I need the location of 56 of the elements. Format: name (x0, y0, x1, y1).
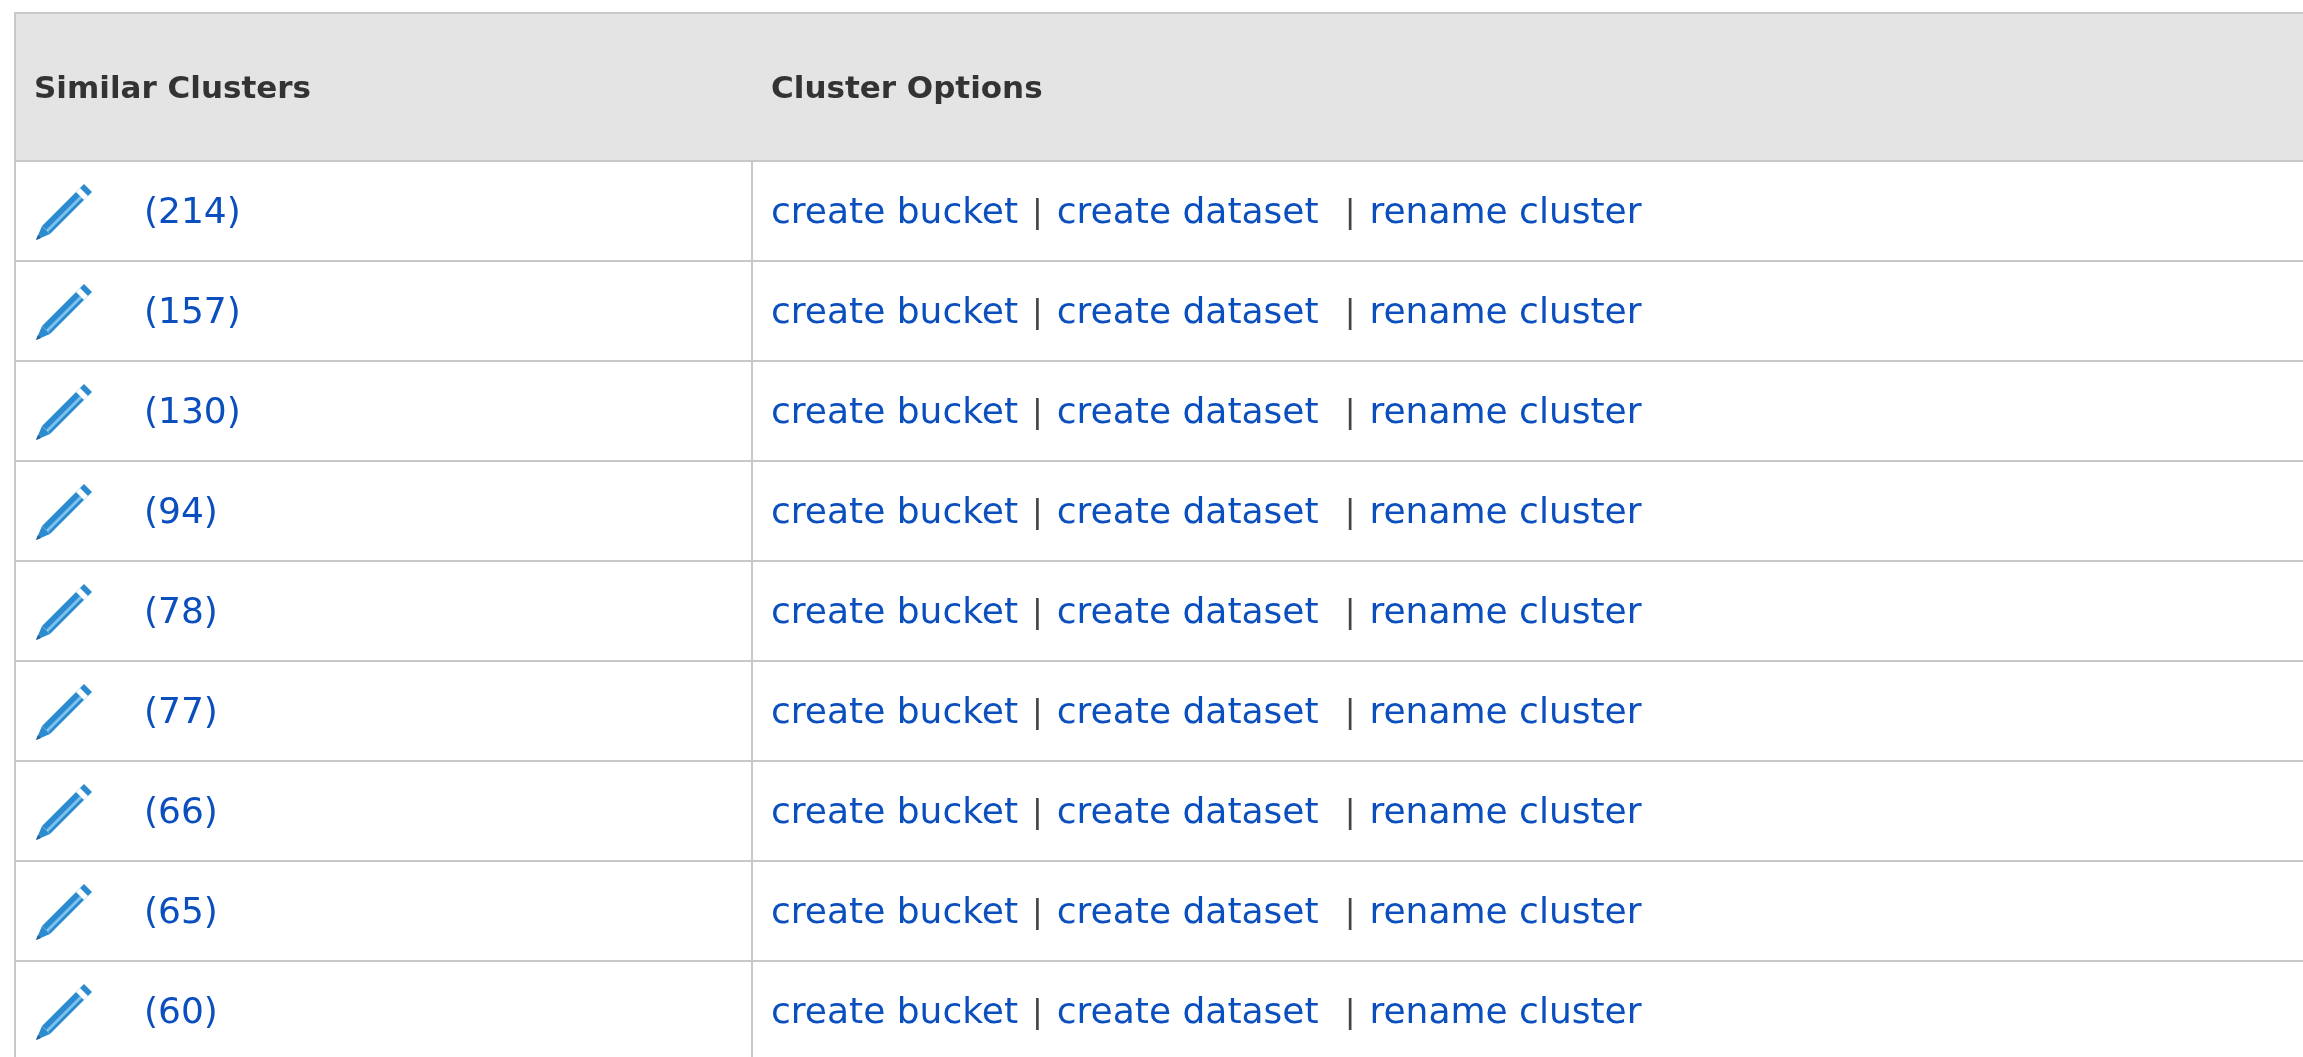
option-link[interactable]: rename cluster (1369, 884, 1642, 938)
separator: | (1032, 391, 1043, 432)
separator: | (1344, 291, 1356, 332)
option-link[interactable]: rename cluster (1369, 184, 1642, 238)
separator: | (1344, 891, 1356, 932)
separator: | (1032, 691, 1043, 732)
separator: | (1032, 991, 1043, 1032)
option-link[interactable]: create bucket (771, 584, 1018, 638)
separator: | (1344, 391, 1356, 432)
cluster-count-link[interactable]: (157) (144, 284, 241, 338)
option-link[interactable]: create bucket (771, 684, 1018, 738)
cluster-count-link[interactable]: (65) (144, 884, 218, 938)
cluster-count-link[interactable]: (60) (144, 984, 218, 1038)
separator: | (1032, 891, 1043, 932)
cluster-count-link[interactable]: (77) (144, 684, 218, 738)
separator: | (1344, 791, 1356, 832)
separator: | (1344, 991, 1356, 1032)
option-link[interactable]: create bucket (771, 884, 1018, 938)
option-link[interactable]: rename cluster (1369, 284, 1642, 338)
separator: | (1344, 691, 1356, 732)
option-link[interactable]: create dataset (1056, 484, 1319, 538)
separator: | (1032, 191, 1043, 232)
option-link[interactable]: create dataset (1056, 884, 1319, 938)
option-link[interactable]: rename cluster (1369, 784, 1642, 838)
option-link[interactable]: create bucket (771, 284, 1018, 338)
cluster-count-link[interactable]: (94) (144, 484, 218, 538)
separator: | (1344, 591, 1356, 632)
separator: | (1032, 291, 1043, 332)
cluster-count-link[interactable]: (66) (144, 784, 218, 838)
cluster-count-link[interactable]: (78) (144, 584, 218, 638)
column-header: Similar Clusters (33, 68, 311, 105)
option-link[interactable]: create dataset (1056, 284, 1319, 338)
option-link[interactable]: create bucket (771, 384, 1018, 438)
separator: | (1032, 791, 1043, 832)
option-link[interactable]: rename cluster (1369, 684, 1642, 738)
option-link[interactable]: create bucket (771, 484, 1018, 538)
separator: | (1032, 591, 1043, 632)
option-link[interactable]: create bucket (771, 784, 1018, 838)
option-link[interactable]: rename cluster (1369, 584, 1642, 638)
separator: | (1344, 491, 1356, 532)
option-link[interactable]: create dataset (1056, 784, 1319, 838)
separator: | (1032, 491, 1043, 532)
option-link[interactable]: create dataset (1056, 184, 1319, 238)
column-header: Cluster Options (770, 68, 1043, 105)
option-link[interactable]: create bucket (771, 184, 1018, 238)
option-link[interactable]: create dataset (1056, 684, 1319, 738)
option-link[interactable]: create dataset (1056, 384, 1319, 438)
separator: | (1344, 191, 1356, 232)
option-link[interactable]: rename cluster (1369, 484, 1642, 538)
option-link[interactable]: rename cluster (1369, 984, 1642, 1038)
cluster-count-link[interactable]: (214) (144, 184, 241, 238)
option-link[interactable]: create bucket (771, 984, 1018, 1038)
option-link[interactable]: rename cluster (1369, 384, 1642, 438)
cluster-count-link[interactable]: (130) (144, 384, 241, 438)
option-link[interactable]: create dataset (1056, 984, 1319, 1038)
option-link[interactable]: create dataset (1056, 584, 1319, 638)
